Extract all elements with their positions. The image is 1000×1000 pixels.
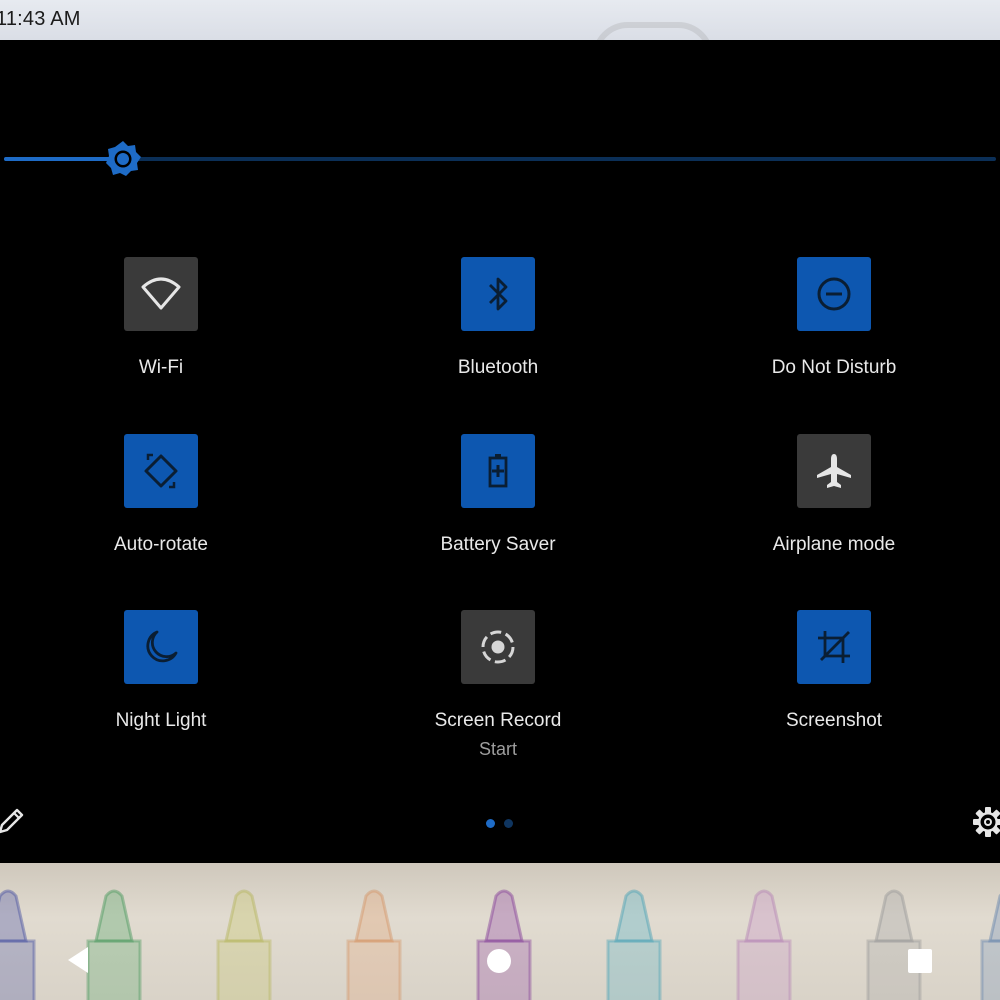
wallpaper-crayon [0,889,36,1000]
status-bar: 11:43 AM [0,0,1000,40]
tile-airplane-mode-button[interactable] [797,434,871,508]
tile-label: Screen Record [434,710,562,731]
tile-screen-record-button[interactable] [461,610,535,684]
wallpaper-crayon [216,889,272,1000]
tile-screenshot[interactable]: Screenshot [714,610,954,760]
tile-bluetooth-button[interactable] [461,257,535,331]
brightness-icon [106,141,142,176]
status-time: 11:43 AM [0,8,81,30]
tile-night-light[interactable]: Night Light [41,610,281,760]
wifi-icon [141,277,181,310]
tile-do-not-disturb-button[interactable] [797,257,871,331]
wallpaper-crayon [476,889,532,1000]
android-screen: 11:43 AM Wi-Fi Bluetooth Do Not Disturb … [0,0,1000,1000]
tile-battery-saver[interactable]: Battery Saver [378,434,618,584]
tile-label: Screenshot [785,710,883,731]
tile-battery-saver-button[interactable] [461,434,535,508]
pencil-icon [0,808,24,834]
do-not-disturb-icon [817,277,851,311]
page-dot[interactable] [504,819,513,828]
bluetooth-icon [489,277,508,311]
tile-label: Do Not Disturb [771,357,897,378]
settings-button[interactable] [972,806,1000,838]
tile-wifi-button[interactable] [124,257,198,331]
edit-button[interactable] [0,806,26,836]
screenshot-icon [818,631,850,663]
nav-home-button[interactable] [486,948,512,979]
tile-label: Wi-Fi [138,357,184,378]
tile-do-not-disturb[interactable]: Do Not Disturb [714,257,954,407]
wallpaper-crayon [346,889,402,1000]
tile-bluetooth[interactable]: Bluetooth [378,257,618,407]
home-circle-icon [487,949,511,973]
nav-back-button[interactable] [64,945,92,980]
wallpaper-crayon [866,889,922,1000]
wallpaper-crayon [606,889,662,1000]
wallpaper-fragment [592,22,714,40]
quick-settings-panel: Wi-Fi Bluetooth Do Not Disturb Auto-rota… [0,40,1000,863]
brightness-thumb[interactable] [104,140,142,178]
tile-airplane-mode[interactable]: Airplane mode [714,434,954,584]
tile-label: Battery Saver [440,534,556,555]
tile-label: Night Light [115,710,207,731]
tile-sublabel: Start [478,739,517,759]
tile-night-light-button[interactable] [124,610,198,684]
home-wallpaper [0,863,1000,1000]
wallpaper-crayon [86,889,142,1000]
back-triangle-icon [68,947,88,973]
brightness-track [4,157,996,161]
wallpaper-crayon [736,889,792,1000]
tile-label: Auto-rotate [114,534,208,555]
battery-saver-icon [488,454,508,488]
page-indicator [482,819,522,829]
night-light-icon [146,630,178,663]
tile-wifi[interactable]: Wi-Fi [41,257,281,407]
tile-auto-rotate-button[interactable] [124,434,198,508]
tile-label: Airplane mode [772,534,896,555]
tile-screenshot-button[interactable] [797,610,871,684]
nav-recents-button[interactable] [907,948,933,979]
airplane-icon [817,454,851,488]
screen-record-icon [481,630,515,664]
page-dot-active[interactable] [486,819,495,828]
tile-screen-record[interactable]: Screen Record Start [378,610,618,760]
recents-square-icon [908,949,932,973]
auto-rotate-icon [144,453,178,489]
wallpaper-crayon [980,893,1000,1000]
tile-label: Bluetooth [457,357,539,378]
gear-icon [973,807,1000,837]
brightness-slider[interactable] [0,140,1000,180]
tile-auto-rotate[interactable]: Auto-rotate [41,434,281,584]
